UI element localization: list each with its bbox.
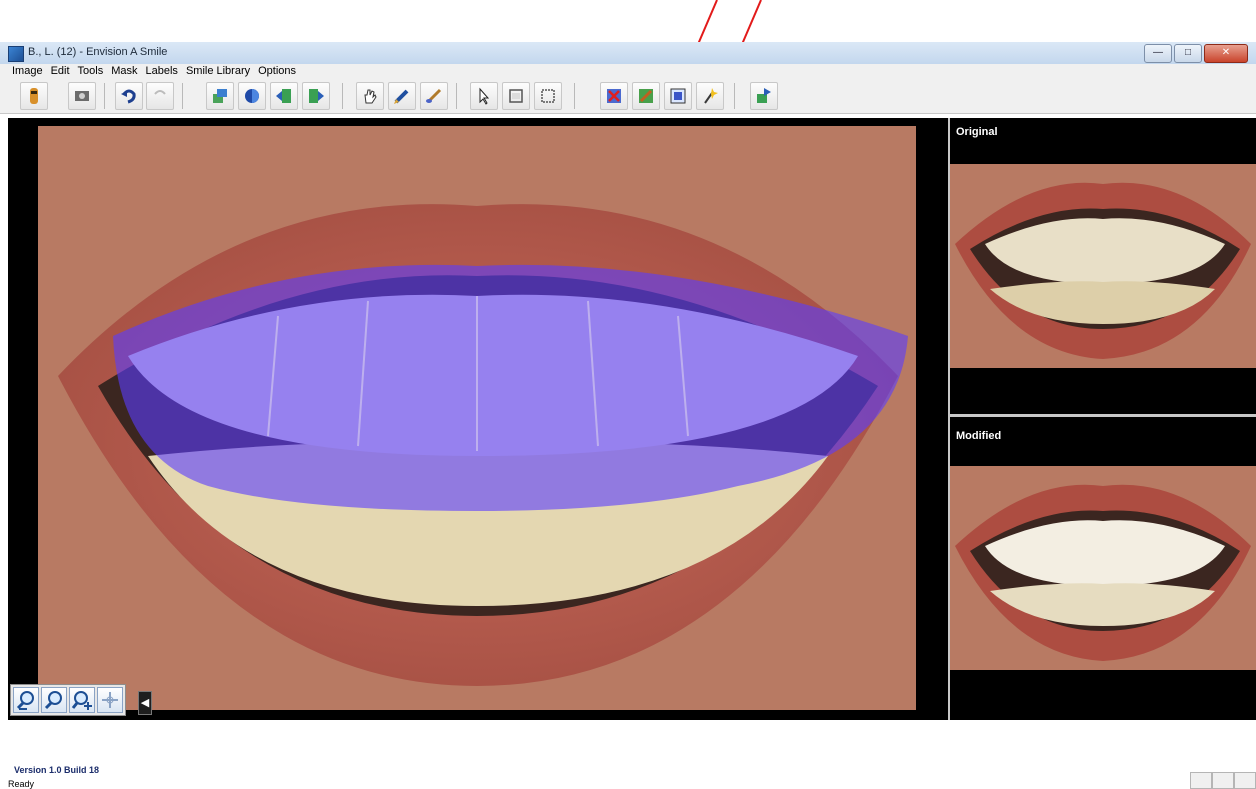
redo-button[interactable] <box>146 82 174 110</box>
smile-photo <box>38 126 916 710</box>
frame-button[interactable] <box>502 82 530 110</box>
hand-button[interactable] <box>356 82 384 110</box>
maximize-button[interactable]: □ <box>1174 44 1202 63</box>
toolbar-separator <box>104 83 105 109</box>
photo-icon <box>75 91 89 101</box>
figure-button[interactable] <box>20 82 48 110</box>
pan-button[interactable] <box>97 687 123 713</box>
move-left-button[interactable] <box>270 82 298 110</box>
menu-image[interactable]: Image <box>8 64 47 80</box>
status-text: Ready <box>8 779 35 789</box>
export-button[interactable] <box>750 82 778 110</box>
modified-thumbnail[interactable] <box>950 466 1256 670</box>
pen-icon <box>394 89 409 104</box>
modified-label: Modified <box>956 430 1002 442</box>
pan-icon <box>102 692 118 708</box>
zoom-toolbar <box>10 684 126 716</box>
collapse-zoom-button[interactable]: ◀ <box>138 691 152 715</box>
redo-icon <box>154 90 166 95</box>
wand-button[interactable] <box>696 82 724 110</box>
select-box-button[interactable] <box>534 82 562 110</box>
export-icon <box>757 88 771 103</box>
pointer-button[interactable] <box>470 82 498 110</box>
brush-icon <box>426 88 442 103</box>
window-title: B., L. (12) - Envision A Smile <box>28 46 168 58</box>
undo-icon <box>121 89 136 104</box>
original-thumbnail[interactable] <box>950 164 1256 368</box>
status-pane <box>1212 772 1234 789</box>
menu-bar: Image Edit Tools Mask Labels Smile Libra… <box>0 64 1256 80</box>
annotation-area <box>0 0 1256 78</box>
version-label: Version 1.0 Build 18 <box>14 765 100 775</box>
modified-photo <box>950 466 1256 670</box>
menu-labels[interactable]: Labels <box>142 64 182 80</box>
figure-icon <box>30 88 38 104</box>
zoom-in-icon <box>71 691 92 710</box>
layer-button[interactable] <box>206 82 234 110</box>
select-box-icon <box>541 89 555 103</box>
move-right-icon <box>309 89 324 103</box>
color-circle-icon <box>245 89 259 103</box>
photo-button[interactable] <box>68 82 96 110</box>
delete-mask-button[interactable] <box>600 82 628 110</box>
delete-mask-icon <box>607 89 621 103</box>
pen-button[interactable] <box>388 82 416 110</box>
zoom-out-icon <box>16 691 34 710</box>
app-icon <box>8 46 24 62</box>
frame-icon <box>509 89 523 103</box>
title-bar: B., L. (12) - Envision A Smile — □ ✕ <box>0 42 1256 65</box>
toolbar <box>0 80 1256 114</box>
status-pane <box>1190 772 1212 789</box>
fill-mask-button[interactable] <box>664 82 692 110</box>
original-label: Original <box>956 126 998 138</box>
menu-tools[interactable]: Tools <box>74 64 108 80</box>
menu-mask[interactable]: Mask <box>107 64 141 80</box>
toolbar-separator <box>734 83 735 109</box>
window-controls: — □ ✕ <box>1144 44 1248 63</box>
zoom-in-button[interactable] <box>69 687 95 713</box>
panel-divider <box>948 414 1256 417</box>
edit-mask-button[interactable] <box>632 82 660 110</box>
fill-mask-icon <box>670 88 686 104</box>
zoom-fit-icon <box>44 691 62 710</box>
brush-button[interactable] <box>420 82 448 110</box>
toolbar-separator <box>182 83 183 109</box>
zoom-out-button[interactable] <box>13 687 39 713</box>
menu-smile-library[interactable]: Smile Library <box>182 64 254 80</box>
minimize-button[interactable]: — <box>1144 44 1172 63</box>
close-button[interactable]: ✕ <box>1204 44 1248 63</box>
status-panes <box>1190 772 1256 789</box>
zoom-fit-button[interactable] <box>41 687 67 713</box>
layer-icon <box>213 89 227 103</box>
original-photo <box>950 164 1256 368</box>
status-pane <box>1234 772 1256 789</box>
color-button[interactable] <box>238 82 266 110</box>
toolbar-separator <box>456 83 457 109</box>
menu-edit[interactable]: Edit <box>47 64 74 80</box>
hand-icon <box>364 89 377 104</box>
edit-mask-icon <box>639 89 653 103</box>
undo-button[interactable] <box>115 82 143 110</box>
move-right-button[interactable] <box>302 82 330 110</box>
pointer-icon <box>479 87 490 105</box>
menu-options[interactable]: Options <box>254 64 300 80</box>
toolbar-separator <box>342 83 343 109</box>
main-image-canvas[interactable] <box>38 126 916 710</box>
toolbar-separator <box>574 83 575 109</box>
wand-icon <box>704 88 718 104</box>
move-left-icon <box>276 89 291 103</box>
